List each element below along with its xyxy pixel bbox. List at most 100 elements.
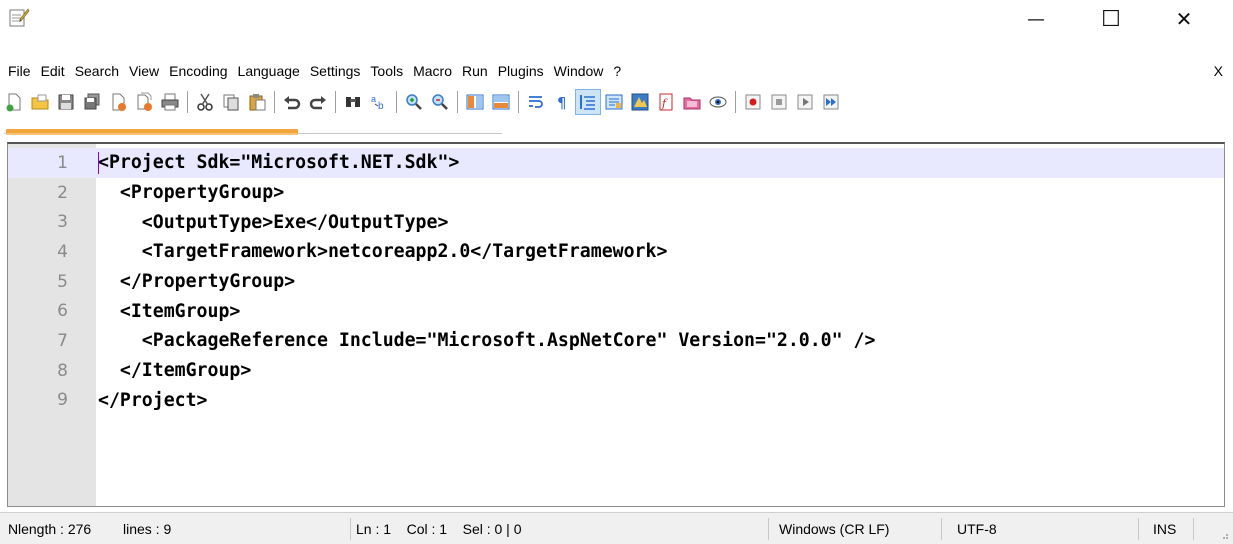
line-text: </Project>: [98, 389, 208, 411]
macro-stop-icon: [771, 94, 787, 110]
show-all-chars-button[interactable]: ¶: [550, 90, 574, 114]
title-bar: — ☐ ✕: [0, 0, 1233, 58]
macro-play-icon: [797, 94, 813, 110]
toolbar-separator: [274, 91, 275, 113]
status-divider: [1193, 518, 1194, 540]
line-text: <PackageReference Include="Microsoft.Asp…: [98, 330, 876, 352]
menu-bar: File Edit Search View Encoding Language …: [0, 58, 1233, 84]
toolbar-separator: [335, 91, 336, 113]
line-number: 5: [57, 271, 68, 292]
close-window-button[interactable]: ✕: [1161, 4, 1207, 34]
zoom-out-icon: [432, 94, 448, 110]
save-button[interactable]: [54, 90, 78, 114]
find-icon: [346, 97, 360, 107]
menu-edit[interactable]: Edit: [37, 58, 71, 84]
code-line[interactable]: 1 <Project Sdk="Microsoft.NET.Sdk">: [8, 148, 1224, 178]
zoom-out-button[interactable]: [428, 90, 452, 114]
line-text: </PropertyGroup>: [98, 271, 296, 293]
code-line[interactable]: 8 </ItemGroup>: [8, 356, 1224, 386]
minimize-button[interactable]: —: [1013, 4, 1059, 34]
document-map-button[interactable]: [628, 90, 652, 114]
menu-settings[interactable]: Settings: [306, 58, 367, 84]
monitoring-button[interactable]: [706, 90, 730, 114]
toolbar-separator: [457, 91, 458, 113]
redo-button[interactable]: [306, 90, 330, 114]
line-text: <ItemGroup>: [98, 300, 241, 322]
cut-button[interactable]: [193, 90, 217, 114]
status-divider: [350, 518, 351, 540]
paste-button[interactable]: [245, 90, 269, 114]
tab-strip: [0, 120, 1233, 142]
folder-workspace-button[interactable]: [680, 90, 704, 114]
line-text: <OutputType>Exe</OutputType>: [98, 211, 449, 233]
menu-language[interactable]: Language: [234, 58, 306, 84]
code-area[interactable]: 1 <Project Sdk="Microsoft.NET.Sdk"> 2 <Pro…: [8, 148, 1224, 415]
code-line[interactable]: 4 <TargetFramework>netcoreapp2.0</Target…: [8, 237, 1224, 267]
save-all-button[interactable]: [80, 90, 104, 114]
toolbar-separator: [187, 91, 188, 113]
user-language-icon: [605, 94, 623, 110]
menu-encoding[interactable]: Encoding: [165, 58, 233, 84]
code-line[interactable]: 2 <PropertyGroup>: [8, 178, 1224, 208]
code-line[interactable]: 7 <PackageReference Include="Microsoft.A…: [8, 326, 1224, 356]
menu-view[interactable]: View: [125, 58, 165, 84]
undo-button[interactable]: [280, 90, 304, 114]
macro-run-multiple-icon: [823, 94, 839, 110]
menu-window[interactable]: Window: [550, 58, 610, 84]
close-button[interactable]: [106, 90, 130, 114]
toolbar-separator: [518, 91, 519, 113]
maximize-button[interactable]: ☐: [1088, 4, 1134, 34]
copy-button[interactable]: [219, 90, 243, 114]
indent-guide-button[interactable]: [575, 89, 601, 115]
zoom-in-icon: [406, 94, 422, 110]
code-line[interactable]: 9 </Project>: [8, 386, 1224, 416]
new-file-button[interactable]: [2, 90, 26, 114]
menu-search[interactable]: Search: [71, 58, 125, 84]
menu-plugins[interactable]: Plugins: [494, 58, 550, 84]
menu-tools[interactable]: Tools: [366, 58, 409, 84]
menu-help[interactable]: ?: [609, 58, 627, 84]
macro-play-button[interactable]: [793, 90, 817, 114]
resize-grip-icon[interactable]: [1219, 530, 1229, 540]
find-button[interactable]: [341, 90, 365, 114]
word-wrap-icon: [529, 96, 543, 108]
show-all-chars-icon: ¶: [557, 94, 567, 112]
menu-file[interactable]: File: [4, 58, 37, 84]
menu-macro[interactable]: Macro: [409, 58, 458, 84]
status-bar: N length : 276 lines : 9 Ln : 1 Col : 1 …: [0, 512, 1233, 544]
redo-icon: [309, 96, 326, 110]
macro-record-button[interactable]: [741, 90, 765, 114]
print-icon: [161, 93, 179, 111]
editor[interactable]: 1 <Project Sdk="Microsoft.NET.Sdk"> 2 <Pro…: [7, 142, 1225, 507]
active-tab-underline: [6, 133, 298, 135]
print-button[interactable]: [158, 90, 182, 114]
line-number: 9: [57, 390, 68, 411]
sync-horizontal-button[interactable]: [489, 90, 513, 114]
toolbar-separator: [396, 91, 397, 113]
word-wrap-button[interactable]: [524, 90, 548, 114]
replace-icon: ab: [371, 94, 384, 112]
close-document-button[interactable]: X: [1214, 58, 1223, 84]
open-file-button[interactable]: [28, 90, 52, 114]
sync-vertical-button[interactable]: [463, 90, 487, 114]
document-map-icon: [631, 93, 649, 111]
code-line[interactable]: 3 <OutputType>Exe</OutputType>: [8, 207, 1224, 237]
undo-icon: [284, 96, 301, 110]
notepad-app-icon[interactable]: [8, 6, 30, 28]
function-list-button[interactable]: f: [654, 90, 678, 114]
toolbar: a b ¶ f: [0, 84, 1233, 120]
code-line[interactable]: 6 <ItemGroup>: [8, 296, 1224, 326]
code-line[interactable]: 5 </PropertyGroup>: [8, 267, 1224, 297]
line-text: <TargetFramework>netcoreapp2.0</TargetFr…: [98, 241, 668, 263]
status-encoding: UTF-8: [957, 521, 997, 537]
zoom-in-button[interactable]: [402, 90, 426, 114]
menu-run[interactable]: Run: [458, 58, 494, 84]
line-number: 1: [57, 152, 68, 173]
status-position: Ln : 1 Col : 1 Sel : 0 | 0: [356, 521, 522, 537]
macro-run-multiple-button[interactable]: [819, 90, 843, 114]
status-divider: [768, 518, 769, 540]
macro-stop-button[interactable]: [767, 90, 791, 114]
replace-button[interactable]: ab: [367, 90, 391, 114]
user-language-button[interactable]: [602, 90, 626, 114]
close-all-button[interactable]: [132, 90, 156, 114]
